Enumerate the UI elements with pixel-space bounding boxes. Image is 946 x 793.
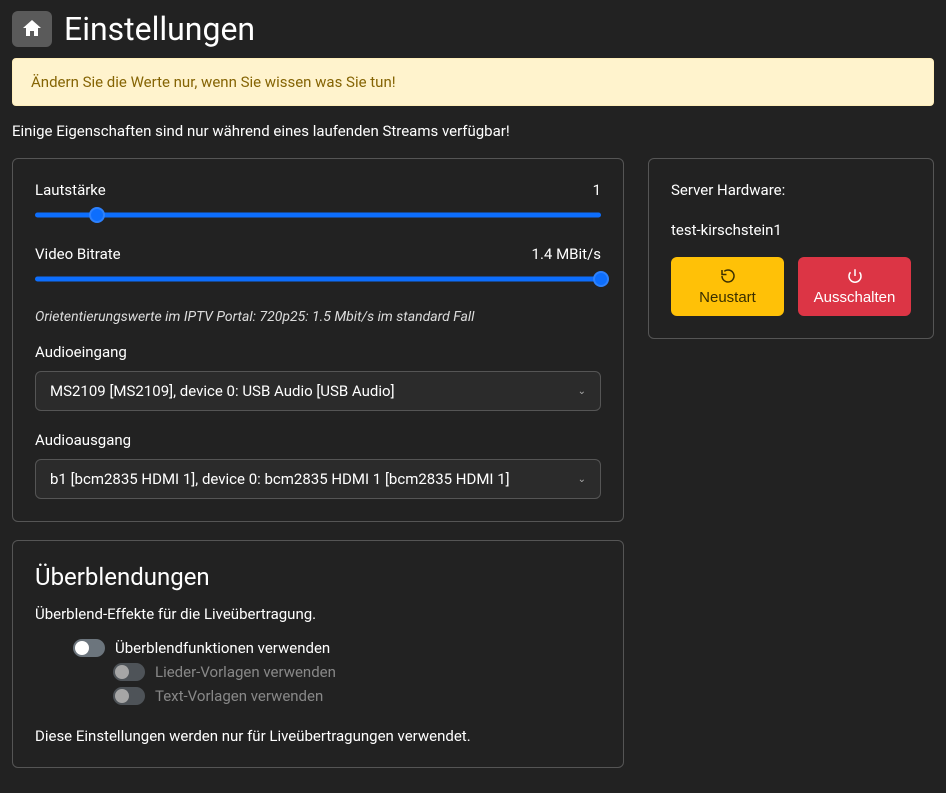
home-icon xyxy=(20,17,44,41)
bitrate-label: Video Bitrate xyxy=(35,245,121,263)
restart-icon xyxy=(719,267,737,285)
volume-value: 1 xyxy=(593,181,601,199)
warning-banner: Ändern Sie die Werte nur, wenn Sie wisse… xyxy=(12,58,934,106)
page-title: Einstellungen xyxy=(64,10,255,48)
home-button[interactable] xyxy=(12,11,52,47)
hardware-name: test-kirschstein1 xyxy=(671,221,911,239)
audio-in-select[interactable]: MS2109 [MS2109], device 0: USB Audio [US… xyxy=(35,371,601,411)
audio-out-label: Audioausgang xyxy=(35,431,601,449)
audio-out-value: b1 [bcm2835 HDMI 1], device 0: bcm2835 H… xyxy=(50,470,510,488)
use-text-templates-label: Text-Vorlagen verwenden xyxy=(155,687,323,705)
power-icon xyxy=(846,267,864,285)
shutdown-label: Ausschalten xyxy=(814,289,896,306)
audio-out-select[interactable]: b1 [bcm2835 HDMI 1], device 0: bcm2835 H… xyxy=(35,459,601,499)
overlays-card: Überblendungen Überblend-Effekte für die… xyxy=(12,540,624,768)
chevron-down-icon: ⌄ xyxy=(578,386,586,397)
volume-slider[interactable] xyxy=(35,205,601,225)
chevron-down-icon: ⌄ xyxy=(578,474,586,485)
use-text-templates-toggle[interactable] xyxy=(113,687,145,705)
volume-slider-thumb[interactable] xyxy=(89,207,105,223)
hardware-label: Server Hardware: xyxy=(671,181,911,199)
bitrate-slider[interactable] xyxy=(35,269,601,289)
overlays-note: Diese Einstellungen werden nur für Liveü… xyxy=(35,727,601,745)
bitrate-hint: Orietentierungswerte im IPTV Portal: 720… xyxy=(35,309,601,325)
use-song-templates-label: Lieder-Vorlagen verwenden xyxy=(155,663,336,681)
hardware-card: Server Hardware: test-kirschstein1 Neust… xyxy=(648,158,934,339)
use-overlays-toggle[interactable] xyxy=(73,639,105,657)
audio-in-label: Audioeingang xyxy=(35,343,601,361)
subtitle: Einige Eigenschaften sind nur während ei… xyxy=(12,122,934,140)
overlays-title: Überblendungen xyxy=(35,563,601,591)
use-song-templates-toggle[interactable] xyxy=(113,663,145,681)
volume-label: Lautstärke xyxy=(35,181,106,199)
restart-button[interactable]: Neustart xyxy=(671,257,784,316)
stream-settings-card: Lautstärke 1 Video Bitrate 1.4 MBit/s Or… xyxy=(12,158,624,522)
shutdown-button[interactable]: Ausschalten xyxy=(798,257,911,316)
use-overlays-label: Überblendfunktionen verwenden xyxy=(115,639,330,657)
bitrate-value: 1.4 MBit/s xyxy=(532,245,601,263)
audio-in-value: MS2109 [MS2109], device 0: USB Audio [US… xyxy=(50,382,395,400)
bitrate-slider-thumb[interactable] xyxy=(593,271,609,287)
overlays-desc: Überblend-Effekte für die Liveübertragun… xyxy=(35,605,601,623)
restart-label: Neustart xyxy=(699,289,756,306)
